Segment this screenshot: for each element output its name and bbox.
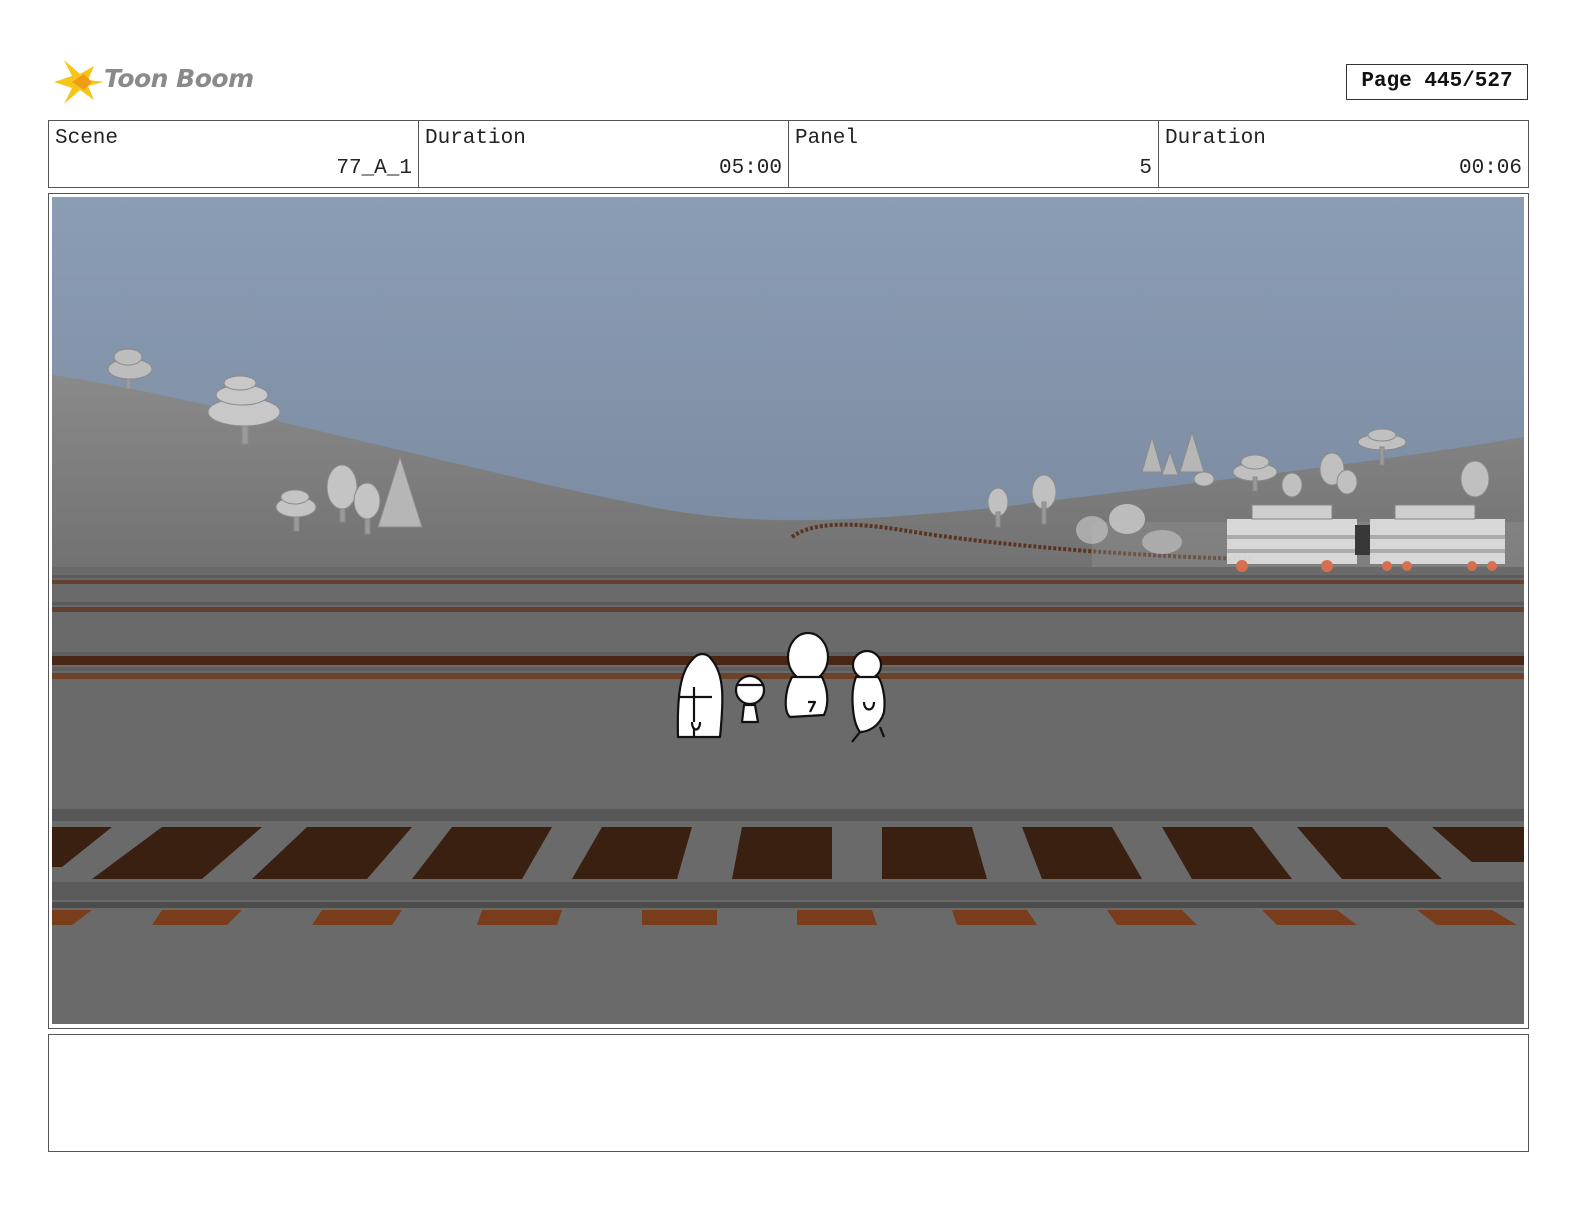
logo-text: Toon Boom — [104, 64, 254, 93]
scene-label: Scene — [55, 127, 119, 150]
character-3-head — [786, 631, 830, 683]
panel-cell: Panel 5 — [789, 121, 1159, 187]
character-4-head — [851, 649, 883, 681]
panel-duration-cell: Duration 00:06 — [1159, 121, 1528, 187]
panel-duration-value: 00:06 — [1458, 157, 1522, 180]
scene-info-row: Scene 77_A_1 Duration 05:00 Panel 5 Dura… — [48, 120, 1529, 188]
scene-cell: Scene 77_A_1 — [49, 121, 419, 187]
panel-value: 5 — [1139, 157, 1152, 180]
toon-boom-logo: Toon Boom — [50, 56, 310, 108]
scene-value: 77_A_1 — [336, 157, 412, 180]
scene-duration-label: Duration — [425, 127, 526, 150]
page-number: Page 445/527 — [1346, 64, 1528, 100]
train — [1076, 504, 1524, 572]
ground — [52, 567, 1524, 1024]
panel-duration-label: Duration — [1165, 127, 1266, 150]
notes-box — [48, 1034, 1529, 1152]
panel-label: Panel — [795, 127, 859, 150]
near-track — [52, 809, 1524, 925]
character-2 — [734, 674, 766, 706]
scene-duration-value: 05:00 — [718, 157, 782, 180]
scene-illustration — [52, 197, 1524, 1024]
scene-duration-cell: Duration 05:00 — [419, 121, 789, 187]
panel-artwork — [52, 197, 1524, 1024]
starburst-icon — [54, 60, 104, 104]
panel-frame — [48, 193, 1529, 1029]
far-track-2 — [52, 602, 1524, 612]
